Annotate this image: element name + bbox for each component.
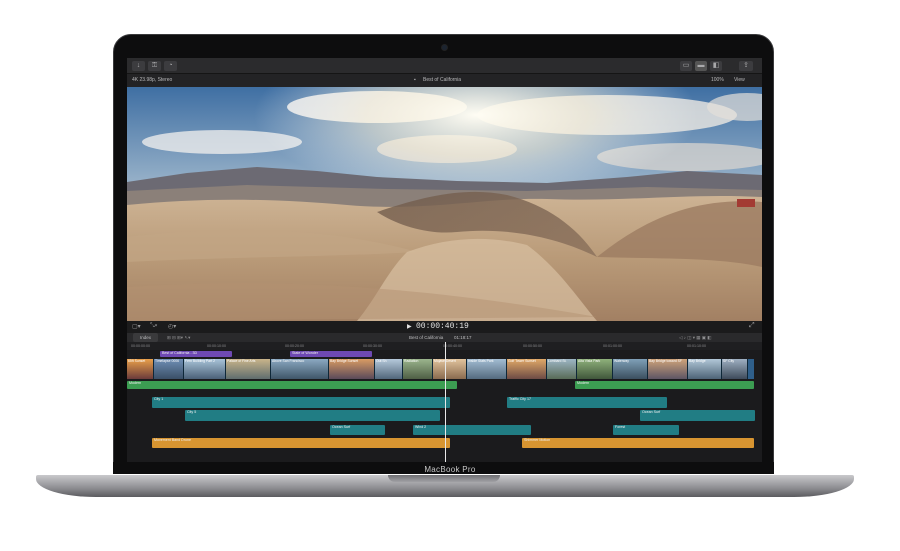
viewer-project-title: Best of California bbox=[423, 77, 462, 83]
clip-tools-icon[interactable]: ⊞ ⊟ ⊞▾ ↖▾ bbox=[167, 333, 190, 342]
speed-icon[interactable]: ◴▾ bbox=[168, 323, 176, 330]
clip-thumbnail[interactable]: Lombard St. bbox=[547, 359, 577, 379]
clip-thumbnail[interactable]: Bay Bridge toward SF bbox=[648, 359, 688, 379]
connected-clip[interactable]: Ocean Surf bbox=[640, 410, 755, 421]
clip-thumbnail[interactable]: SF City bbox=[722, 359, 748, 379]
primary-storyline: 65ft Sunset Timelapse 0006 Fern Building… bbox=[127, 359, 754, 379]
skimming-icon[interactable]: ◁ ♪ ◫ ▾ ▦ ▣ ◧ bbox=[679, 333, 711, 342]
import-icon[interactable]: ↓ bbox=[132, 61, 145, 71]
camera-icon bbox=[442, 45, 447, 50]
clip-thumbnail[interactable]: Radiation bbox=[403, 359, 433, 379]
connected-clip[interactable]: City 1 bbox=[152, 397, 450, 408]
ruler-tick: 00:01:10:00 bbox=[687, 344, 706, 348]
view-menu[interactable]: View bbox=[734, 74, 745, 87]
macbook-pro-device: ↓ ⚿ ◔ ▭ ▬ ◧ ⇪ 4K 23.98p, Stereo ▪ Best o… bbox=[0, 0, 900, 551]
music-clip[interactable]: Modern bbox=[575, 381, 754, 389]
zoom-menu[interactable]: 100% bbox=[711, 74, 724, 87]
timecode-display: 00:00:40:19 bbox=[416, 322, 469, 331]
connected-clip[interactable]: City 5 bbox=[185, 410, 440, 421]
clip-thumbnail[interactable]: Golf Tower Sunset bbox=[507, 359, 547, 379]
title-clip[interactable]: Best of California - 3D bbox=[160, 351, 232, 357]
ruler-tick: 00:00:20:00 bbox=[285, 344, 304, 348]
clip-thumbnail[interactable]: Out Sh bbox=[375, 359, 403, 379]
audio-clip[interactable]: Movement Band Drone bbox=[152, 438, 450, 448]
inspector-toggle-icon[interactable]: ◧ bbox=[710, 61, 722, 71]
audio-clip[interactable]: Shimmer Motion bbox=[522, 438, 754, 448]
viewer-canvas bbox=[127, 87, 762, 321]
play-icon[interactable]: ▶ bbox=[407, 323, 412, 330]
connected-clip[interactable]: Traffic City 17 bbox=[507, 397, 667, 408]
clip-thumbnail[interactable]: Fern Building Part 2 bbox=[184, 359, 226, 379]
ruler-tick: 00:00:10:00 bbox=[207, 344, 226, 348]
ruler-tick: 00:01:00:00 bbox=[603, 344, 622, 348]
clip-thumbnail[interactable]: Alta Vista Park bbox=[577, 359, 613, 379]
index-tab[interactable]: Index bbox=[133, 333, 159, 342]
ruler-tick: 00:00:50:00 bbox=[523, 344, 542, 348]
connected-clip[interactable]: Wind 2 bbox=[413, 425, 531, 435]
desert-dunes-image bbox=[127, 87, 762, 321]
format-label: 4K 23.98p, Stereo bbox=[132, 77, 173, 83]
ruler-tick: 00:00:00:00 bbox=[131, 344, 150, 348]
timeline-project-title: Best of California bbox=[409, 335, 444, 340]
clip-thumbnail[interactable]: Bay Bridge Sunset bbox=[329, 359, 375, 379]
connected-clip[interactable]: Ocean Surf bbox=[330, 425, 385, 435]
timeline-toggle-icon[interactable]: ▬ bbox=[695, 61, 707, 71]
browser-toggle-icon[interactable]: ▭ bbox=[680, 61, 692, 71]
clip-thumbnail[interactable]: 65ft Sunset bbox=[127, 359, 154, 379]
keyword-icon[interactable]: ⚿ bbox=[148, 61, 161, 71]
fullscreen-icon[interactable]: ⤢ bbox=[749, 322, 755, 330]
music-clip[interactable]: Modern bbox=[127, 381, 457, 389]
final-cut-pro-window: ↓ ⚿ ◔ ▭ ▬ ◧ ⇪ 4K 23.98p, Stereo ▪ Best o… bbox=[127, 58, 762, 462]
connected-clip[interactable]: Forest bbox=[613, 425, 679, 435]
clip-thumbnail[interactable]: Timelapse 0006 bbox=[154, 359, 184, 379]
lid-opening-notch bbox=[388, 475, 500, 482]
share-icon[interactable]: ⇪ bbox=[739, 61, 753, 71]
transform-icon[interactable]: ⤡▾ bbox=[150, 323, 157, 330]
clip-thumbnail[interactable]: Above San Francisco bbox=[271, 359, 329, 379]
clip-thumbnail[interactable]: Mojave Desert bbox=[433, 359, 467, 379]
title-clip[interactable]: State of Wonder bbox=[290, 351, 372, 357]
film-icon: ▪ bbox=[414, 77, 416, 83]
clip-thumbnail[interactable]: Inside Stats Park bbox=[467, 359, 507, 379]
toolbar: ↓ ⚿ ◔ ▭ ▬ ◧ ⇪ bbox=[127, 58, 762, 74]
viewer-header: 4K 23.98p, Stereo ▪ Best of California 1… bbox=[127, 74, 762, 87]
playhead[interactable] bbox=[445, 342, 446, 462]
clip-thumbnail[interactable]: Bay Bridge bbox=[688, 359, 722, 379]
red-marker bbox=[737, 199, 755, 207]
ruler-tick: 00:00:30:00 bbox=[363, 344, 382, 348]
device-label: MacBook Pro bbox=[424, 465, 476, 474]
clip-thumbnail[interactable]: Palace of Fine Arts bbox=[226, 359, 271, 379]
timeline-duration: 01:18:17 bbox=[454, 335, 472, 340]
crop-icon[interactable]: ▢▾ bbox=[132, 323, 141, 330]
viewer-controls: ▢▾ ⤡▾ ◴▾ ▶ 00:00:40:19 ⤢ bbox=[127, 321, 762, 333]
clip-thumbnail[interactable]: Waterway bbox=[613, 359, 648, 379]
background-tasks-icon[interactable]: ◔ bbox=[164, 61, 177, 71]
timeline-header: Index ⊞ ⊟ ⊞▾ ↖▾ Best of California 01:18… bbox=[127, 333, 762, 342]
